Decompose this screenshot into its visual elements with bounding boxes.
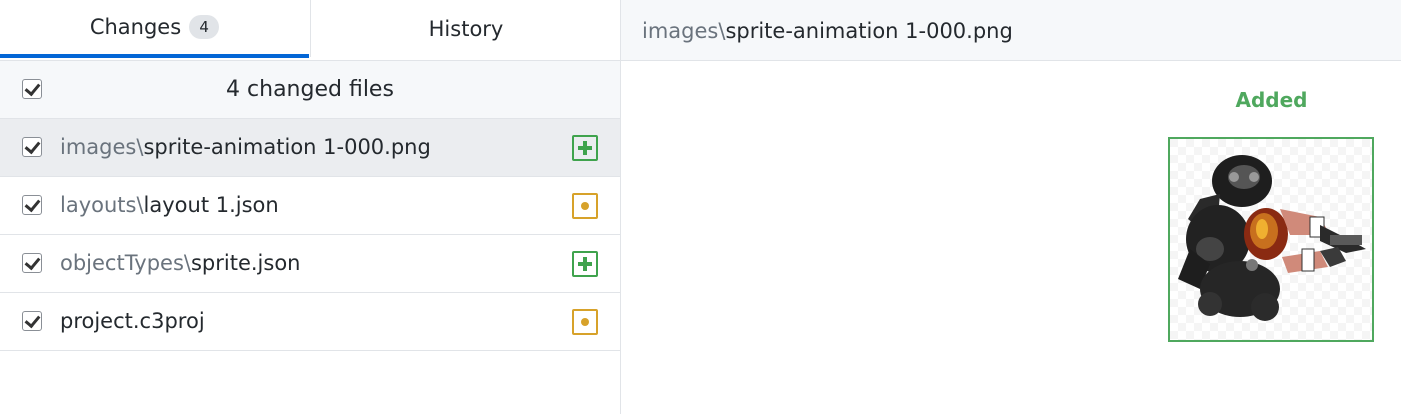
file-dir: objectTypes\ (60, 251, 191, 275)
file-checkbox[interactable] (22, 311, 42, 331)
file-row-project[interactable]: project.c3proj (0, 293, 620, 351)
file-checkbox[interactable] (22, 137, 42, 157)
diff-file-dir: images\ (642, 19, 726, 43)
file-path: layouts\layout 1.json (60, 177, 279, 234)
changes-panel: Changes 4 History 4 changed files images… (0, 0, 621, 414)
file-row-sprite-animation[interactable]: images\sprite-animation 1-000.png (0, 119, 620, 177)
file-name: sprite-animation 1-000.png (143, 135, 431, 159)
file-checkbox[interactable] (22, 195, 42, 215)
added-status-icon (572, 251, 598, 277)
tab-history-label: History (428, 16, 504, 41)
file-name: project.c3proj (60, 309, 205, 333)
file-path: objectTypes\sprite.json (60, 235, 300, 292)
diff-header: images\sprite-animation 1-000.png (621, 0, 1401, 61)
sprite-character-icon (1178, 155, 1366, 321)
changed-files-header: 4 changed files (0, 61, 620, 119)
added-image-preview (1168, 137, 1374, 342)
tab-history[interactable]: History (310, 0, 621, 57)
tab-bar: Changes 4 History (0, 0, 620, 61)
modified-status-icon (572, 309, 598, 335)
changed-files-count: 4 changed files (226, 77, 394, 102)
file-row-layout[interactable]: layouts\layout 1.json (0, 177, 620, 235)
file-dir: layouts\ (60, 193, 144, 217)
file-path: images\sprite-animation 1-000.png (60, 119, 431, 176)
modified-status-icon (572, 193, 598, 219)
tab-changes[interactable]: Changes 4 (0, 0, 309, 58)
file-checkbox[interactable] (22, 253, 42, 273)
image-diff-state-label: Added (1235, 88, 1308, 112)
diff-file-path: images\sprite-animation 1-000.png (642, 0, 1013, 60)
changes-count-badge: 4 (189, 15, 220, 39)
added-status-icon (572, 135, 598, 161)
diff-file-name: sprite-animation 1-000.png (725, 19, 1013, 43)
file-path: project.c3proj (60, 293, 205, 350)
file-name: sprite.json (190, 251, 301, 275)
file-name: layout 1.json (143, 193, 279, 217)
tab-changes-label: Changes (89, 15, 182, 39)
file-row-sprite-json[interactable]: objectTypes\sprite.json (0, 235, 620, 293)
file-dir: images\ (60, 135, 144, 159)
